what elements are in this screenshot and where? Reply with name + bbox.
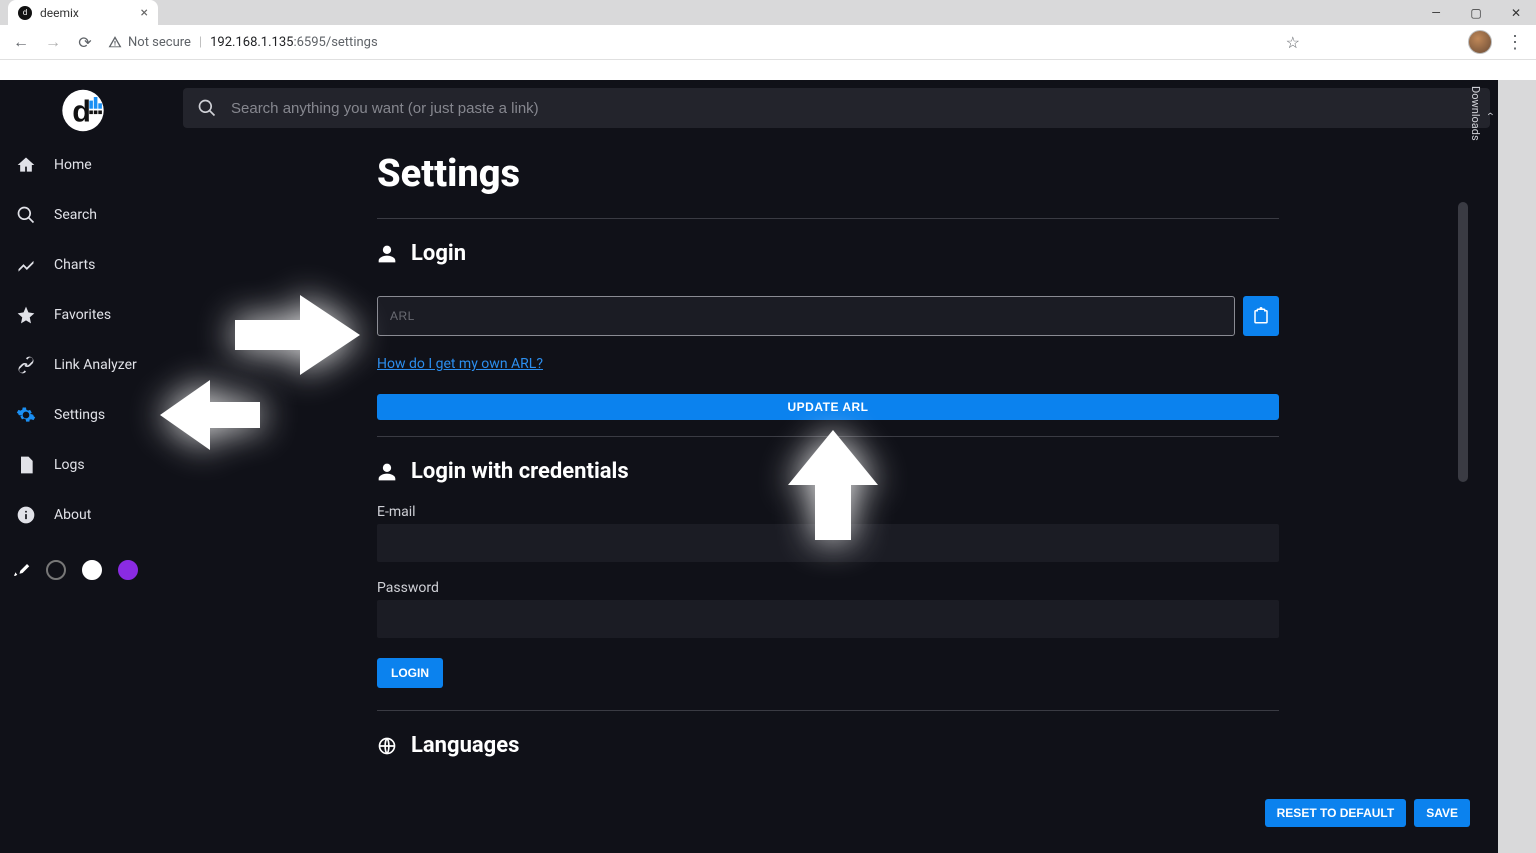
tab-title: deemix — [40, 6, 79, 20]
chevron-left-icon: ‹ — [1484, 112, 1498, 116]
login-button[interactable]: LOGIN — [377, 658, 443, 688]
sidebar-item-label: Logs — [54, 457, 85, 473]
search-icon — [197, 98, 217, 118]
tab-close-icon[interactable]: × — [141, 5, 148, 21]
scrollbar-thumb[interactable] — [1458, 202, 1468, 482]
app-root: d Home Search Charts — [0, 80, 1498, 853]
arl-row — [377, 296, 1279, 336]
section-login-header: Login — [377, 241, 1279, 266]
search-bar[interactable] — [183, 88, 1490, 128]
not-secure-label: Not secure — [128, 35, 191, 50]
globe-icon — [377, 736, 397, 756]
browser-menu-icon[interactable]: ⋮ — [1506, 32, 1524, 53]
email-label: E-mail — [377, 504, 1279, 520]
reset-default-button[interactable]: RESET TO DEFAULT — [1265, 799, 1407, 827]
sidebar: d Home Search Charts — [0, 80, 175, 853]
sidebar-item-label: Settings — [54, 407, 105, 423]
window-maximize-button[interactable]: ▢ — [1456, 0, 1496, 25]
clipboard-icon — [1252, 307, 1270, 325]
section-login-title: Login — [411, 241, 466, 266]
charts-icon — [16, 255, 36, 275]
tab-favicon: d — [18, 6, 32, 20]
document-icon — [16, 455, 36, 475]
brush-icon — [12, 561, 30, 579]
person-icon — [377, 462, 397, 482]
footer-actions: RESET TO DEFAULT SAVE — [1265, 799, 1470, 827]
downloads-label: Downloads — [1469, 86, 1482, 141]
window-controls: — ▢ ✕ — [1416, 0, 1536, 25]
browser-tab[interactable]: d deemix × — [8, 0, 158, 25]
section-languages-title: Languages — [411, 733, 519, 758]
content-scrollbar[interactable] — [1458, 202, 1468, 853]
sidebar-item-label: Search — [54, 207, 97, 223]
section-languages-header: Languages — [377, 733, 1279, 758]
sidebar-item-logs[interactable]: Logs — [0, 440, 175, 490]
browser-toolbar: ← → ⟳ Not secure | 192.168.1.135:6595/se… — [0, 25, 1536, 60]
bookmark-star-icon[interactable]: ☆ — [1286, 33, 1300, 52]
divider — [377, 436, 1279, 437]
search-input[interactable] — [231, 100, 1476, 117]
password-label: Password — [377, 580, 1279, 596]
svg-text:d: d — [72, 94, 91, 128]
back-icon[interactable]: ← — [12, 32, 30, 52]
paste-clipboard-button[interactable] — [1243, 296, 1279, 336]
downloads-panel-toggle[interactable]: ‹ Downloads — [1480, 82, 1498, 141]
star-icon — [16, 305, 36, 325]
sidebar-item-label: Charts — [54, 257, 95, 273]
theme-switcher — [0, 550, 175, 590]
sidebar-item-label: Favorites — [54, 307, 111, 323]
page-title: Settings — [377, 152, 1279, 196]
person-icon — [377, 244, 397, 264]
home-icon — [16, 155, 36, 175]
password-input[interactable] — [377, 600, 1279, 638]
sidebar-item-favorites[interactable]: Favorites — [0, 290, 175, 340]
content-scroll: Settings Login How do I get my own ARL? … — [183, 132, 1490, 853]
link-icon — [16, 355, 36, 375]
window-minimize-button[interactable]: — — [1416, 0, 1456, 25]
theme-dark-swatch[interactable] — [46, 560, 66, 580]
sidebar-item-settings[interactable]: Settings — [0, 390, 175, 440]
section-creds-title: Login with credentials — [411, 459, 629, 484]
sidebar-item-label: Home — [54, 157, 92, 173]
theme-light-swatch[interactable] — [82, 560, 102, 580]
sidebar-item-label: Link Analyzer — [54, 357, 137, 373]
save-button[interactable]: SAVE — [1414, 799, 1470, 827]
sidebar-item-charts[interactable]: Charts — [0, 240, 175, 290]
email-input[interactable] — [377, 524, 1279, 562]
gear-icon — [16, 405, 36, 425]
address-bar[interactable]: Not secure | 192.168.1.135:6595/settings — [108, 35, 1272, 50]
sidebar-item-label: About — [54, 507, 91, 523]
sidebar-item-home[interactable]: Home — [0, 140, 175, 190]
sidebar-item-about[interactable]: About — [0, 490, 175, 540]
content: Settings Login How do I get my own ARL? … — [377, 152, 1279, 758]
forward-icon[interactable]: → — [44, 32, 62, 52]
window-close-button[interactable]: ✕ — [1496, 0, 1536, 25]
divider — [377, 710, 1279, 711]
divider — [377, 218, 1279, 219]
arl-help-link[interactable]: How do I get my own ARL? — [377, 356, 543, 372]
url-text: 192.168.1.135:6595/settings — [210, 35, 378, 50]
profile-avatar[interactable] — [1468, 30, 1492, 54]
warning-icon — [108, 35, 122, 49]
sidebar-item-link-analyzer[interactable]: Link Analyzer — [0, 340, 175, 390]
info-icon — [16, 505, 36, 525]
update-arl-button[interactable]: UPDATE ARL — [377, 394, 1279, 420]
sidebar-item-search[interactable]: Search — [0, 190, 175, 240]
app-logo: d — [0, 80, 175, 140]
arl-input[interactable] — [377, 296, 1235, 336]
search-icon — [16, 205, 36, 225]
section-creds-header: Login with credentials — [377, 459, 1279, 484]
main-area: Settings Login How do I get my own ARL? … — [175, 80, 1498, 853]
not-secure-badge: Not secure — [108, 35, 191, 50]
browser-titlebar: d deemix × — ▢ ✕ — [0, 0, 1536, 25]
theme-purple-swatch[interactable] — [118, 560, 138, 580]
reload-icon[interactable]: ⟳ — [76, 33, 94, 52]
